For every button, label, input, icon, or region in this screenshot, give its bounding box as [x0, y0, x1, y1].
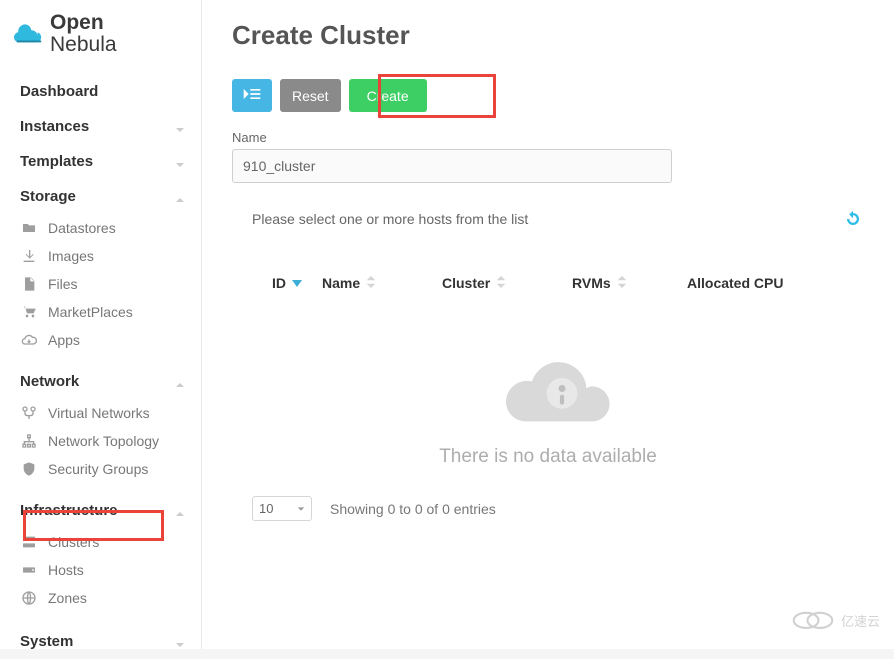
refresh-icon — [844, 215, 862, 231]
back-list-icon — [242, 87, 262, 104]
refresh-button[interactable] — [844, 210, 862, 231]
folder-icon — [20, 220, 38, 236]
nav-network-virtual[interactable]: Virtual Networks — [0, 399, 201, 427]
nav-network-security[interactable]: Security Groups — [0, 455, 201, 483]
chevron-up-icon — [175, 377, 185, 387]
file-icon — [20, 276, 38, 292]
hosts-helper-text: Please select one or more hosts from the… — [232, 211, 864, 227]
toolbar: Reset Create — [232, 79, 864, 112]
nav-infra-clusters[interactable]: Clusters — [0, 528, 201, 556]
nav-dashboard[interactable]: Dashboard — [0, 74, 201, 109]
sitemap-icon — [20, 433, 38, 449]
table-footer: 10 Showing 0 to 0 of 0 entries — [232, 496, 864, 521]
back-button[interactable] — [232, 79, 272, 112]
cloud-download-icon — [20, 332, 38, 348]
sort-icon — [496, 275, 506, 291]
nav-network-topology[interactable]: Network Topology — [0, 427, 201, 455]
nav-system[interactable]: System — [0, 624, 201, 659]
watermark: 亿速云 — [791, 608, 880, 633]
cart-icon — [20, 304, 38, 320]
col-id[interactable]: ID — [232, 275, 322, 291]
globe-icon — [20, 590, 38, 606]
nav-storage-marketplaces[interactable]: MarketPlaces — [0, 298, 201, 326]
page-title: Create Cluster — [232, 20, 864, 51]
nav-infra-hosts[interactable]: Hosts — [0, 556, 201, 584]
page-size-select[interactable]: 10 — [252, 496, 312, 521]
server-icon — [20, 534, 38, 550]
col-rvms[interactable]: RVMs — [572, 275, 687, 291]
nav-infra-zones[interactable]: Zones — [0, 584, 201, 612]
brand-text-1: Open — [50, 11, 104, 34]
brand-logo: Open Nebula — [0, 0, 201, 74]
cluster-name-input[interactable] — [232, 149, 672, 183]
reset-button[interactable]: Reset — [280, 79, 341, 112]
shield-icon — [20, 461, 38, 477]
sort-desc-icon — [292, 275, 302, 291]
col-allocated-cpu[interactable]: Allocated CPU — [687, 275, 864, 291]
hosts-table-header: ID Name Cluster RVMs Allocated CPU — [232, 269, 864, 297]
chevron-up-icon — [175, 506, 185, 516]
name-label: Name — [232, 130, 864, 145]
nav-infrastructure[interactable]: Infrastructure — [0, 493, 201, 528]
empty-cloud-icon — [232, 347, 864, 440]
nav-templates[interactable]: Templates — [0, 144, 201, 179]
chevron-up-icon — [175, 192, 185, 202]
col-name[interactable]: Name — [322, 275, 442, 291]
nav-storage-images[interactable]: Images — [0, 242, 201, 270]
branch-icon — [20, 405, 38, 421]
nav-network[interactable]: Network — [0, 364, 201, 399]
chevron-down-icon — [175, 637, 185, 647]
nav-storage-apps[interactable]: Apps — [0, 326, 201, 354]
empty-message: There is no data available — [232, 446, 864, 468]
main-content: Create Cluster Reset Create Name Please … — [202, 0, 894, 649]
chevron-down-icon — [297, 501, 305, 516]
create-button[interactable]: Create — [349, 79, 427, 112]
empty-state: There is no data available — [232, 347, 864, 468]
entries-info: Showing 0 to 0 of 0 entries — [330, 501, 496, 517]
hdd-icon — [20, 562, 38, 578]
nav-storage-files[interactable]: Files — [0, 270, 201, 298]
download-icon — [20, 248, 38, 264]
watermark-icon — [791, 608, 835, 633]
nav-storage[interactable]: Storage — [0, 179, 201, 214]
sidebar: Open Nebula Dashboard Instances Template… — [0, 0, 202, 649]
chevron-down-icon — [175, 122, 185, 132]
sort-icon — [617, 275, 627, 291]
chevron-down-icon — [175, 157, 185, 167]
col-cluster[interactable]: Cluster — [442, 275, 572, 291]
cloud-logo-icon — [14, 18, 44, 51]
nav-storage-datastores[interactable]: Datastores — [0, 214, 201, 242]
nav-instances[interactable]: Instances — [0, 109, 201, 144]
brand-text-2: Nebula — [50, 33, 117, 56]
sort-icon — [366, 275, 376, 291]
